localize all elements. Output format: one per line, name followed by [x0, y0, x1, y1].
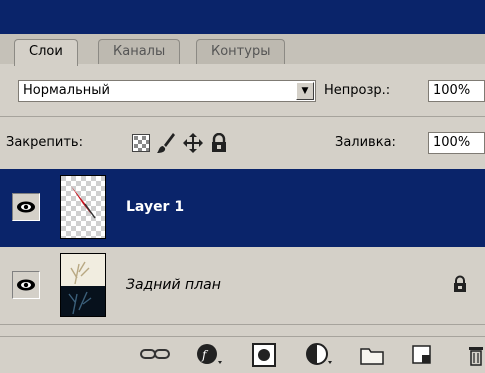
- lock-row: Закрепить: Заливка: 100%: [0, 117, 485, 170]
- fill-field[interactable]: 100%: [428, 132, 485, 154]
- lock-label: Закрепить:: [6, 135, 83, 150]
- eye-icon[interactable]: [12, 193, 40, 221]
- lock-icon: [454, 275, 466, 292]
- move-icon[interactable]: [182, 132, 204, 154]
- layer-row-background[interactable]: Задний план: [0, 247, 485, 325]
- tab-channels[interactable]: Каналы: [98, 39, 181, 64]
- lock-transparency-icon[interactable]: [132, 134, 150, 152]
- mask-icon[interactable]: [252, 343, 276, 367]
- layer-name[interactable]: Задний план: [126, 277, 221, 293]
- opacity-field[interactable]: 100%: [428, 80, 485, 102]
- layer-thumbnail: [60, 253, 106, 317]
- blend-mode-value: Нормальный: [23, 83, 110, 98]
- layer-name[interactable]: Layer 1: [126, 199, 184, 215]
- layer-thumbnail: [60, 175, 106, 239]
- lock-icon[interactable]: [210, 133, 228, 153]
- tab-strip: Слои Каналы Контуры: [0, 34, 485, 66]
- opacity-label: Непрозр.:: [324, 83, 391, 98]
- blend-row: Нормальный ▼ Непрозр.: 100%: [0, 64, 485, 117]
- group-icon[interactable]: [360, 345, 384, 365]
- adjustment-icon[interactable]: [306, 343, 336, 367]
- trash-icon[interactable]: [466, 343, 484, 367]
- bottom-toolbar: f: [0, 336, 485, 373]
- fill-label: Заливка:: [335, 135, 396, 150]
- link-icon[interactable]: [140, 347, 170, 361]
- blend-mode-select[interactable]: Нормальный ▼: [18, 80, 316, 102]
- tab-paths[interactable]: Контуры: [196, 39, 286, 64]
- palette-title-bar[interactable]: [0, 0, 485, 34]
- brush-icon[interactable]: [156, 132, 176, 154]
- eye-icon[interactable]: [12, 271, 40, 299]
- layer-style-icon[interactable]: f: [196, 343, 224, 367]
- layer-row-layer-1[interactable]: Layer 1: [0, 169, 485, 247]
- chevron-down-icon[interactable]: ▼: [296, 82, 314, 100]
- tab-layers[interactable]: Слои: [14, 39, 78, 66]
- new-layer-icon[interactable]: [412, 345, 432, 365]
